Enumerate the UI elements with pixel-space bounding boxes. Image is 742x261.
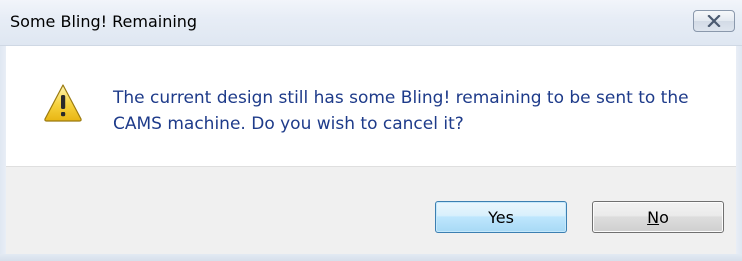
message-dialog: Some Bling! Remaining The current design… bbox=[0, 0, 742, 261]
warning-icon bbox=[43, 83, 83, 123]
window-title: Some Bling! Remaining bbox=[10, 12, 198, 31]
message-line-2: CAMS machine. Do you wish to cancel it? bbox=[113, 114, 464, 134]
title-bar[interactable]: Some Bling! Remaining bbox=[0, 0, 742, 46]
yes-button-label: Yes bbox=[488, 207, 514, 227]
window-frame-right bbox=[736, 46, 742, 261]
window-frame-bottom bbox=[0, 254, 742, 261]
dialog-message: The current design still has some Bling!… bbox=[113, 85, 713, 137]
close-button[interactable] bbox=[693, 10, 735, 32]
no-button-mnemonic: N bbox=[647, 207, 660, 227]
no-button[interactable]: No bbox=[592, 201, 724, 233]
button-bar: Yes No bbox=[6, 166, 736, 254]
no-button-label-rest: o bbox=[659, 207, 669, 227]
no-button-label: No bbox=[647, 208, 669, 227]
close-icon bbox=[707, 15, 721, 27]
message-line-1: The current design still has some Bling!… bbox=[113, 88, 689, 108]
dialog-content: The current design still has some Bling!… bbox=[6, 46, 736, 166]
yes-button[interactable]: Yes bbox=[435, 201, 567, 233]
